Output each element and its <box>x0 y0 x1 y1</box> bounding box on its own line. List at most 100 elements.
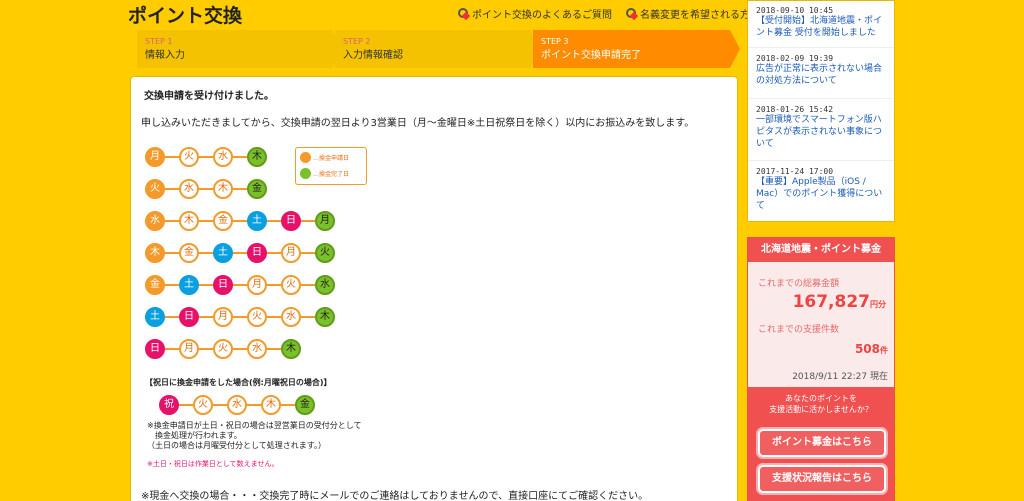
step-number: STEP 3 <box>541 37 569 46</box>
report-button[interactable]: 支援状況報告はこちら <box>758 465 886 493</box>
donation-as-of: 2018/9/11 22:27 現在 <box>792 372 888 382</box>
news-item[interactable]: 2018-02-09 19:39 広告が正常に表示されない場合の対処方法について <box>748 49 894 99</box>
day-circle: 木 <box>281 339 301 359</box>
schedule-connector <box>267 252 281 254</box>
news-date: 2017-11-24 17:00 <box>756 167 834 176</box>
donation-total-value: 167,827 <box>792 292 870 312</box>
schedule-connector <box>233 220 247 222</box>
schedule-connector <box>165 252 179 254</box>
schedule-connector <box>301 252 315 254</box>
day-circle: 水 <box>227 395 247 415</box>
schedule-connector <box>199 284 213 286</box>
holiday-note-line: 換金処理が行われます。 <box>147 431 242 440</box>
step-3: STEP 3 ポイント交換申請完了 <box>533 30 730 68</box>
holiday-note: ※換金申請日が土日・祝日の場合は翌営業日の受付分として 換金処理が行われます。 … <box>147 421 361 451</box>
day-circle: 火 <box>315 243 335 263</box>
day-circle: 火 <box>145 179 165 199</box>
day-circle: 火 <box>193 395 213 415</box>
schedule-connector <box>267 284 281 286</box>
faq-link[interactable]: ポイント交換のよくあるご質問 <box>458 6 612 21</box>
donation-count-unit: 件 <box>880 346 888 355</box>
schedule-connector <box>301 316 315 318</box>
donation-cta-text: あなたのポイントを 支援活動に活かしませんか？ <box>748 393 894 415</box>
key-icon <box>626 8 637 19</box>
schedule-connector <box>165 188 179 190</box>
step-indicator: STEP 1 情報入力 STEP 2 入力情報確認 STEP 3 ポイント交換申請完了 <box>137 30 740 68</box>
name-change-link[interactable]: 名義変更を希望される方 <box>626 6 750 21</box>
day-circle: 木 <box>247 147 267 167</box>
schedule-connector <box>165 284 179 286</box>
news-text[interactable]: 広告が正常に表示されない場合の対処方法について <box>756 64 882 86</box>
holiday-note-line: ※換金申請日が土日・祝日の場合は翌営業日の受付分として <box>147 421 362 430</box>
news-date: 2018-09-10 10:45 <box>756 6 834 15</box>
step-label: ポイント交換申請完了 <box>541 50 641 61</box>
schedule-row: 月火水木 <box>145 147 405 169</box>
news-item[interactable]: 2017-11-24 17:00 【重要】Apple製品（iOS / Mac）での… <box>748 162 894 222</box>
schedule-row: 金土日月火水 <box>145 275 405 297</box>
schedule-connector <box>281 404 295 406</box>
holiday-note-red: ※土日・祝日は作業日として数えません。 <box>147 460 279 468</box>
day-circle: 月 <box>281 243 301 263</box>
day-circle: 木 <box>315 307 335 327</box>
day-circle: 祝 <box>159 395 179 415</box>
schedule-row: 木金土日月火 <box>145 243 405 265</box>
holiday-heading: 【祝日に換金申請をした場合(例:月曜祝日の場合)】 <box>145 378 332 387</box>
donation-total-unit: 円分 <box>870 300 886 309</box>
donation-total: 167,827円分 <box>748 292 886 312</box>
day-circle: 月 <box>179 339 199 359</box>
day-circle: 火 <box>281 275 301 295</box>
schedule-connector <box>199 220 213 222</box>
end-dot-icon <box>300 168 311 179</box>
day-circle: 水 <box>145 211 165 231</box>
day-circle: 木 <box>179 211 199 231</box>
schedule-connector <box>213 404 227 406</box>
day-circle: 土 <box>179 275 199 295</box>
news-sidebar: 2018-09-10 10:45 【受付開始】北海道地震・ポイント募金 受付を開始… <box>747 0 895 222</box>
news-item[interactable]: 2018-01-26 15:42 一部環境でスマートフォン版ハピタスが表示されない… <box>748 100 894 161</box>
step-label: 入力情報確認 <box>343 50 403 61</box>
day-circle: 金 <box>179 243 199 263</box>
schedule-connector <box>267 316 281 318</box>
news-text[interactable]: 【重要】Apple製品（iOS / Mac）でのポイント獲得について <box>756 177 882 211</box>
page-title: ポイント交換 <box>128 5 243 27</box>
day-circle: 日 <box>247 243 267 263</box>
holiday-note-line: （土日の場合は月曜受付分として処理されます。） <box>147 441 326 450</box>
news-text[interactable]: 一部環境でスマートフォン版ハピタスが表示されない事象について <box>756 115 882 149</box>
schedule-connector <box>233 156 247 158</box>
news-text[interactable]: 【受付開始】北海道地震・ポイント募金 受付を開始しました <box>756 16 882 38</box>
donation-count-label: これまでの支援件数 <box>758 325 840 335</box>
schedule-connector <box>199 252 213 254</box>
schedule-connector <box>165 220 179 222</box>
day-circle: 日 <box>179 307 199 327</box>
schedule-connector <box>199 348 213 350</box>
schedule-row: 火水木金 <box>145 179 405 201</box>
news-date: 2018-02-09 19:39 <box>756 54 834 63</box>
day-circle: 水 <box>179 179 199 199</box>
day-circle: 月 <box>315 211 335 231</box>
schedule-connector <box>165 348 179 350</box>
day-circle: 金 <box>145 275 165 295</box>
schedule-connector <box>165 316 179 318</box>
schedule-row: 水木金土日月 <box>145 211 405 233</box>
key-icon <box>458 8 469 19</box>
schedule-connector <box>233 188 247 190</box>
donation-panel: 北海道地震・ポイント募金 これまでの総募金額 167,827円分 これまでの支援… <box>747 237 895 501</box>
donation-count-value: 508 <box>854 342 880 356</box>
schedule-connector <box>199 316 213 318</box>
donate-button[interactable]: ポイント募金はこちら <box>758 429 886 457</box>
day-circle: 火 <box>179 147 199 167</box>
day-circle: 木 <box>261 395 281 415</box>
header-links: ポイント交換のよくあるご質問 名義変更を希望される方 <box>458 6 750 21</box>
main-description: 申し込みいただきましてから、交換申請の翌日より3営業日（月～金曜日※土日祝祭日を… <box>141 118 695 129</box>
news-item[interactable]: 2018-09-10 10:45 【受付開始】北海道地震・ポイント募金 受付を開始… <box>748 1 894 48</box>
step-label: 情報入力 <box>145 50 185 61</box>
schedule-connector <box>165 156 179 158</box>
schedule-connector <box>247 404 261 406</box>
donation-count: 508件 <box>748 342 888 356</box>
donation-total-label: これまでの総募金額 <box>758 279 840 289</box>
day-circle: 金 <box>295 395 315 415</box>
schedule-connector <box>199 188 213 190</box>
step-arrow <box>730 30 740 68</box>
name-change-link-label: 名義変更を希望される方 <box>640 10 750 21</box>
schedule-row: 祝火水木金 <box>145 395 405 417</box>
